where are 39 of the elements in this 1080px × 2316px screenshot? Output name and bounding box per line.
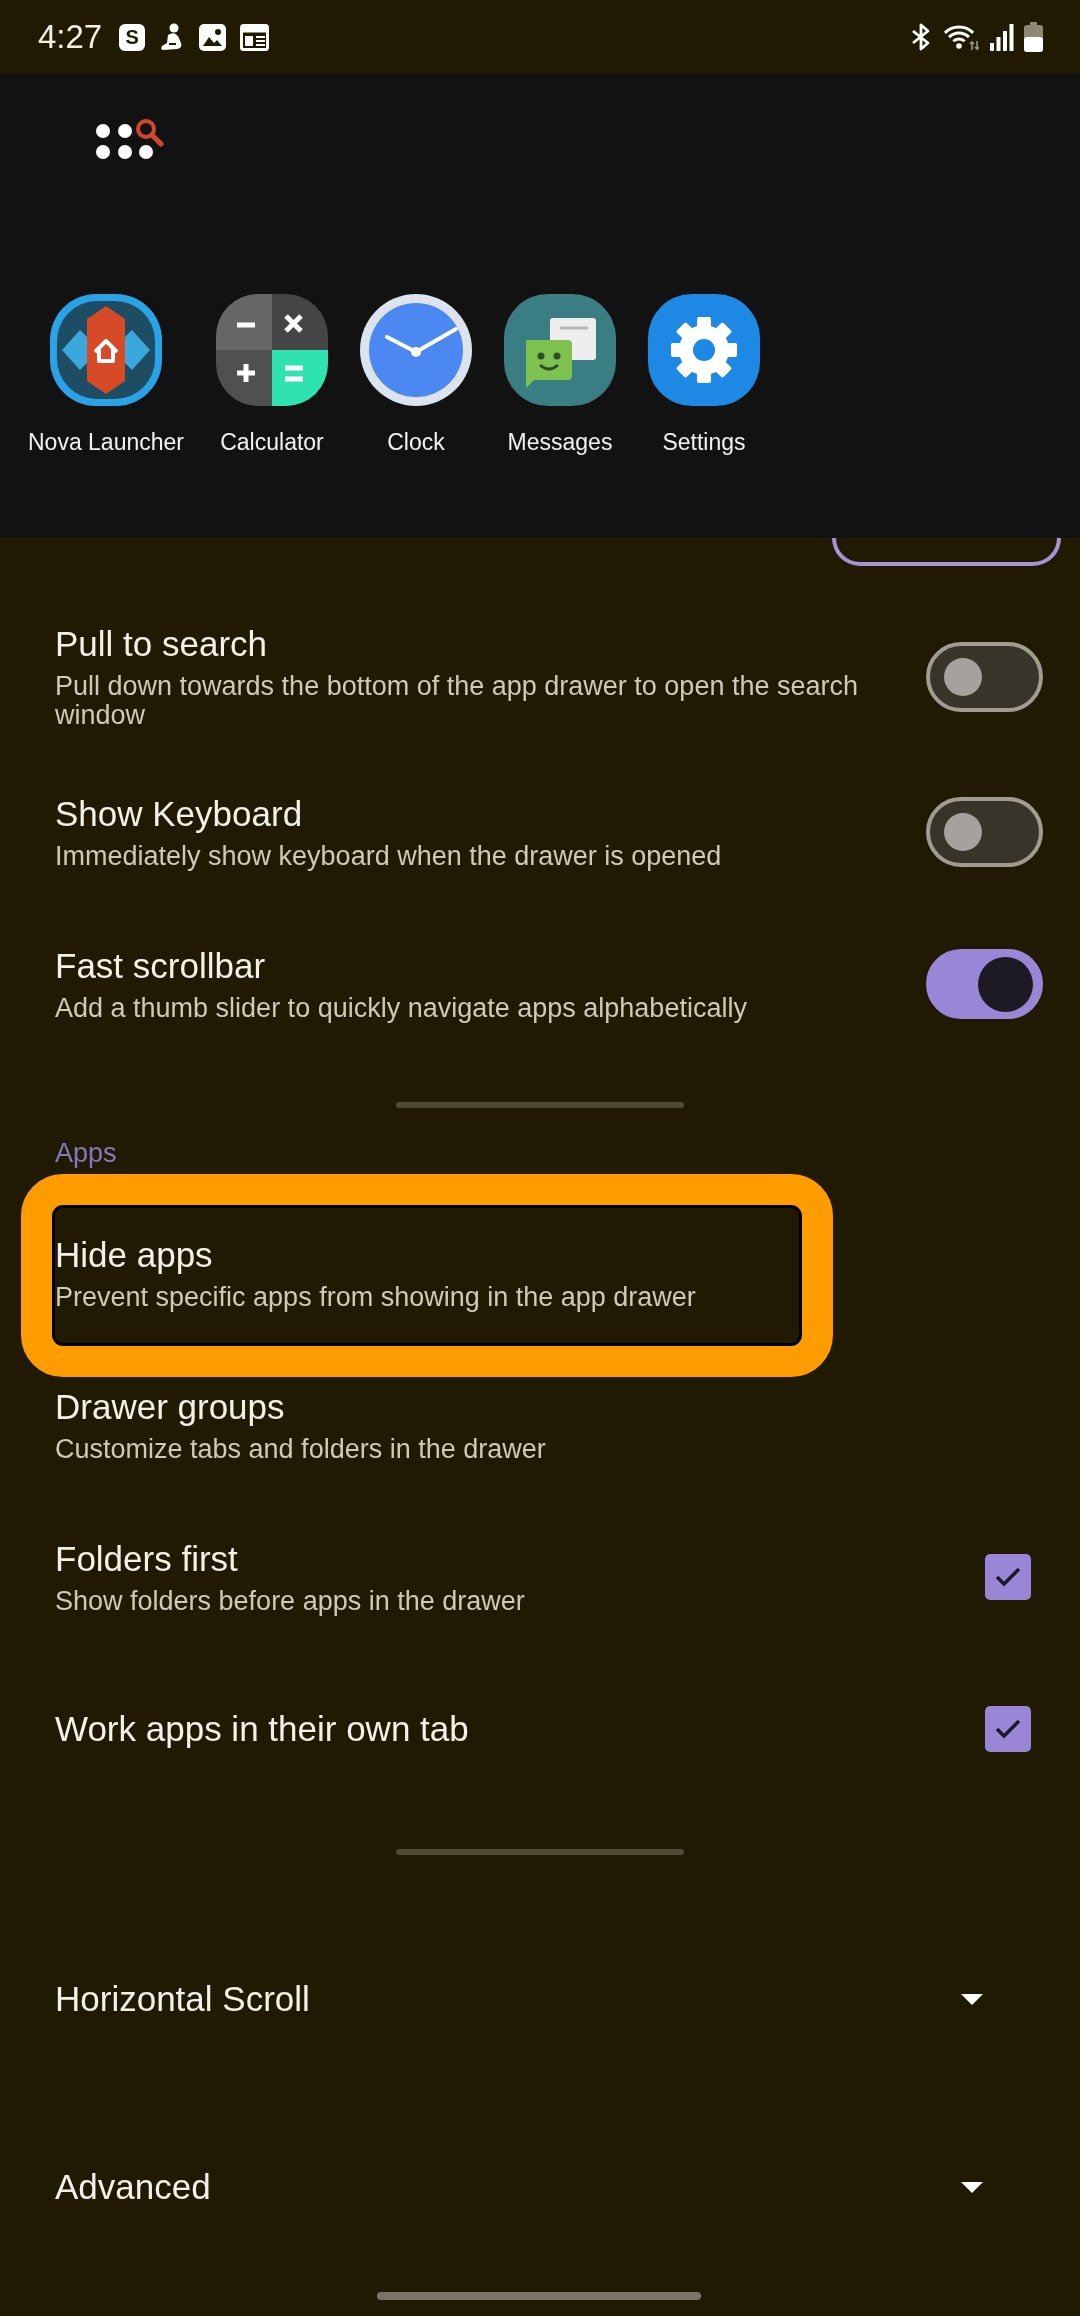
app-label: Messages [507, 428, 613, 457]
check-icon [995, 1567, 1021, 1587]
setting-title: Folders first [55, 1538, 238, 1580]
setting-summary: Pull down towards the bottom of the app drawer to open the search window [55, 672, 859, 730]
notification-badge: S [119, 23, 146, 51]
app-label: Calculator [220, 428, 324, 457]
app-label: Settings [662, 428, 746, 457]
check-icon [995, 1719, 1021, 1739]
hexagon-house-icon [50, 294, 162, 406]
image-icon [199, 23, 227, 51]
gear-icon [648, 294, 760, 406]
setting-summary: Customize tabs and folders in the drawer [55, 1435, 546, 1464]
setting-summary: Show folders before apps in the drawer [55, 1587, 525, 1616]
checkbox[interactable] [985, 1706, 1031, 1752]
calculator-icon [216, 294, 328, 406]
app-label: Clock [387, 428, 445, 457]
status-time: 4:27 [38, 17, 103, 57]
clock-icon [360, 294, 472, 406]
setting-summary: Prevent specific apps from showing in the app drawer [55, 1283, 696, 1312]
expander-header[interactable]: Horizontal Scroll [55, 1964, 983, 2034]
setting-title: Drawer groups [55, 1386, 285, 1428]
expander-header[interactable]: Advanced [55, 2152, 983, 2222]
setting-summary: Add a thumb slider to quickly navigate apps alphabetically [55, 994, 747, 1023]
checkbox[interactable] [985, 1554, 1031, 1600]
setting-title: Show Keyboard [55, 793, 303, 835]
outlined-button[interactable] [832, 538, 1061, 566]
setting-summary: Immediately show keyboard when the drawer is opened [55, 842, 722, 871]
app-label: Nova Launcher [28, 428, 184, 457]
setting-title: Work apps in their own tab [55, 1708, 469, 1750]
setting-title: Pull to search [55, 623, 268, 665]
section-header: Apps [55, 1138, 117, 1168]
chat-bubble-icon [504, 294, 616, 406]
newspaper-icon [240, 23, 270, 51]
wifi-icon [943, 23, 979, 51]
setting-title: Hide apps [55, 1234, 213, 1276]
battery-icon [1024, 22, 1043, 52]
signal-icon [989, 23, 1014, 51]
setting-title: Fast scrollbar [55, 945, 266, 987]
dots-search-icon [94, 116, 164, 160]
